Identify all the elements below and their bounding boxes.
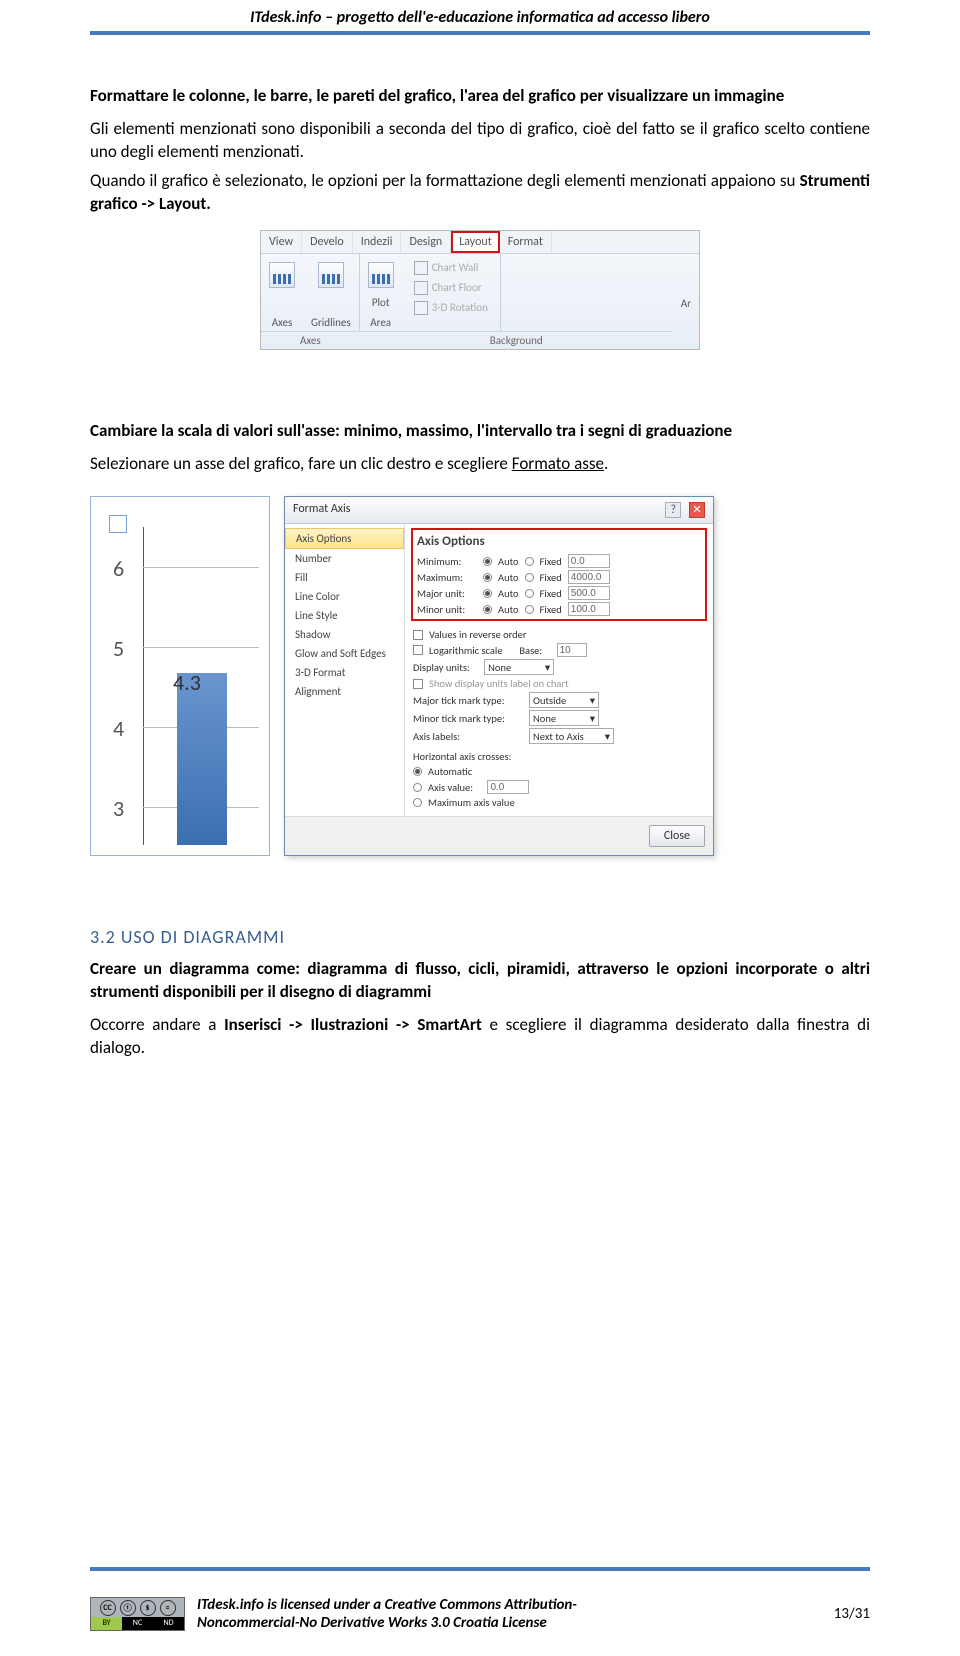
ribbon-tabs: View Develo Indezii Design Layout Format (261, 231, 699, 254)
nav-number[interactable]: Number (285, 549, 404, 568)
axis-labels-select[interactable]: Next to Axis▾ (529, 728, 614, 744)
display-units-select[interactable]: None▾ (484, 659, 554, 675)
footer-line1: ITdesk.info is licensed under a Creative… (197, 1596, 577, 1614)
sec2-p1-post: . (604, 453, 608, 474)
nav-axis-options[interactable]: Axis Options (285, 528, 404, 549)
sec3-p1: Occorre andare a Inserisci -> Ilustrazio… (90, 1014, 870, 1060)
footer-rule (90, 1567, 870, 1571)
sec3-p1-pre: Occorre andare a (90, 1014, 224, 1035)
sec1-p2: Quando il grafico è selezionato, le opzi… (90, 170, 870, 216)
sec2-p1-link: Formato asse (512, 453, 604, 474)
group-axes: Axes (261, 331, 360, 349)
axes-icon (269, 262, 295, 288)
min-fixed-radio[interactable] (525, 557, 534, 566)
sec3-p1-bold: Inserisci -> Ilustrazioni -> SmartArt (224, 1014, 482, 1035)
gridlines-label[interactable]: Gridlines (311, 316, 351, 329)
show-label-check[interactable] (413, 679, 423, 689)
page-number: 13/31 (834, 1605, 870, 1623)
plot-label2: Area (370, 316, 391, 329)
max-value-input[interactable] (568, 570, 610, 584)
close-icon[interactable]: ✕ (689, 502, 705, 518)
min-auto-radio[interactable] (483, 557, 492, 566)
nav-fill[interactable]: Fill (285, 568, 404, 587)
major-fixed-radio[interactable] (525, 589, 534, 598)
ar-label: Ar (681, 297, 691, 310)
sec3-title: Creare un diagramma come: diagramma di f… (90, 958, 870, 1004)
bar-value: 4.3 (173, 669, 201, 696)
sec1-title: Formattare le colonne, le barre, le pare… (90, 85, 870, 108)
nav-shadow[interactable]: Shadow (285, 625, 404, 644)
tab-view[interactable]: View (261, 231, 302, 253)
chart-wall-button[interactable]: Chart Wall (410, 260, 492, 276)
close-button[interactable]: Close (649, 825, 705, 847)
min-value-input[interactable] (568, 554, 610, 568)
cross-auto-radio[interactable] (413, 767, 422, 776)
sec1-p1: Gli elementi menzionati sono disponibili… (90, 118, 870, 164)
minor-value-input[interactable] (568, 602, 610, 616)
ribbon-screenshot: View Develo Indezii Design Layout Format… (260, 230, 700, 350)
nav-glow[interactable]: Glow and Soft Edges (285, 644, 404, 663)
major-auto-radio[interactable] (483, 589, 492, 598)
dialog-title: Format Axis (293, 502, 350, 519)
sec2-title: Cambiare la scala di valori sull'asse: m… (90, 420, 870, 443)
chart-excerpt: 6 5 4 3 4.3 (90, 496, 270, 856)
section-number: 3.2 USO DI DIAGRAMMI (90, 926, 870, 948)
header-rule (90, 31, 870, 35)
base-input[interactable] (557, 643, 587, 657)
tab-format[interactable]: Format (500, 231, 552, 253)
group-background: Background (360, 331, 673, 349)
minor-tick-select[interactable]: None▾ (529, 710, 599, 726)
cross-value-radio[interactable] (413, 783, 422, 792)
tab-design[interactable]: Design (401, 231, 451, 253)
tab-indezii[interactable]: Indezii (353, 231, 402, 253)
axis-options-title: Axis Options (417, 534, 701, 549)
reverse-check[interactable] (413, 630, 423, 640)
plot-label1[interactable]: Plot (372, 296, 390, 309)
rotation-button[interactable]: 3-D Rotation (410, 300, 492, 316)
chart-handle (109, 515, 127, 533)
help-button[interactable]: ? (665, 502, 681, 518)
footer-line2: Noncommercial-No Derivative Works 3.0 Cr… (197, 1614, 547, 1632)
sec1-p2-text: Quando il grafico è selezionato, le opzi… (90, 170, 800, 191)
nav-alignment[interactable]: Alignment (285, 682, 404, 701)
format-axis-dialog: Format Axis ? ✕ Axis Options Number Fill… (284, 496, 714, 857)
dialog-nav: Axis Options Number Fill Line Color Line… (285, 524, 405, 816)
minor-auto-radio[interactable] (483, 605, 492, 614)
nav-3d[interactable]: 3-D Format (285, 663, 404, 682)
sec2-p1-pre: Selezionare un asse del grafico, fare un… (90, 453, 512, 474)
log-check[interactable] (413, 645, 423, 655)
sec2-p1: Selezionare un asse del grafico, fare un… (90, 453, 870, 476)
page-header: ITdesk.info – progetto dell'e-educazione… (90, 0, 870, 31)
major-value-input[interactable] (568, 586, 610, 600)
axis-options-highlight: Axis Options Minimum:AutoFixed Maximum:A… (411, 528, 707, 621)
cross-value-input[interactable] (487, 780, 529, 794)
nav-line-color[interactable]: Line Color (285, 587, 404, 606)
nav-line-style[interactable]: Line Style (285, 606, 404, 625)
major-tick-select[interactable]: Outside▾ (529, 692, 599, 708)
plot-area-icon (368, 262, 394, 288)
gridlines-icon (318, 262, 344, 288)
max-auto-radio[interactable] (483, 573, 492, 582)
chart-floor-button[interactable]: Chart Floor (410, 280, 492, 296)
tab-layout[interactable]: Layout (451, 231, 500, 253)
cc-badge: CC①$= BYNCND (90, 1597, 185, 1631)
footer: CC①$= BYNCND ITdesk.info is licensed und… (90, 1596, 870, 1632)
cross-max-radio[interactable] (413, 798, 422, 807)
minor-fixed-radio[interactable] (525, 605, 534, 614)
tab-develo[interactable]: Develo (302, 231, 353, 253)
max-fixed-radio[interactable] (525, 573, 534, 582)
axes-label[interactable]: Axes (272, 316, 293, 329)
